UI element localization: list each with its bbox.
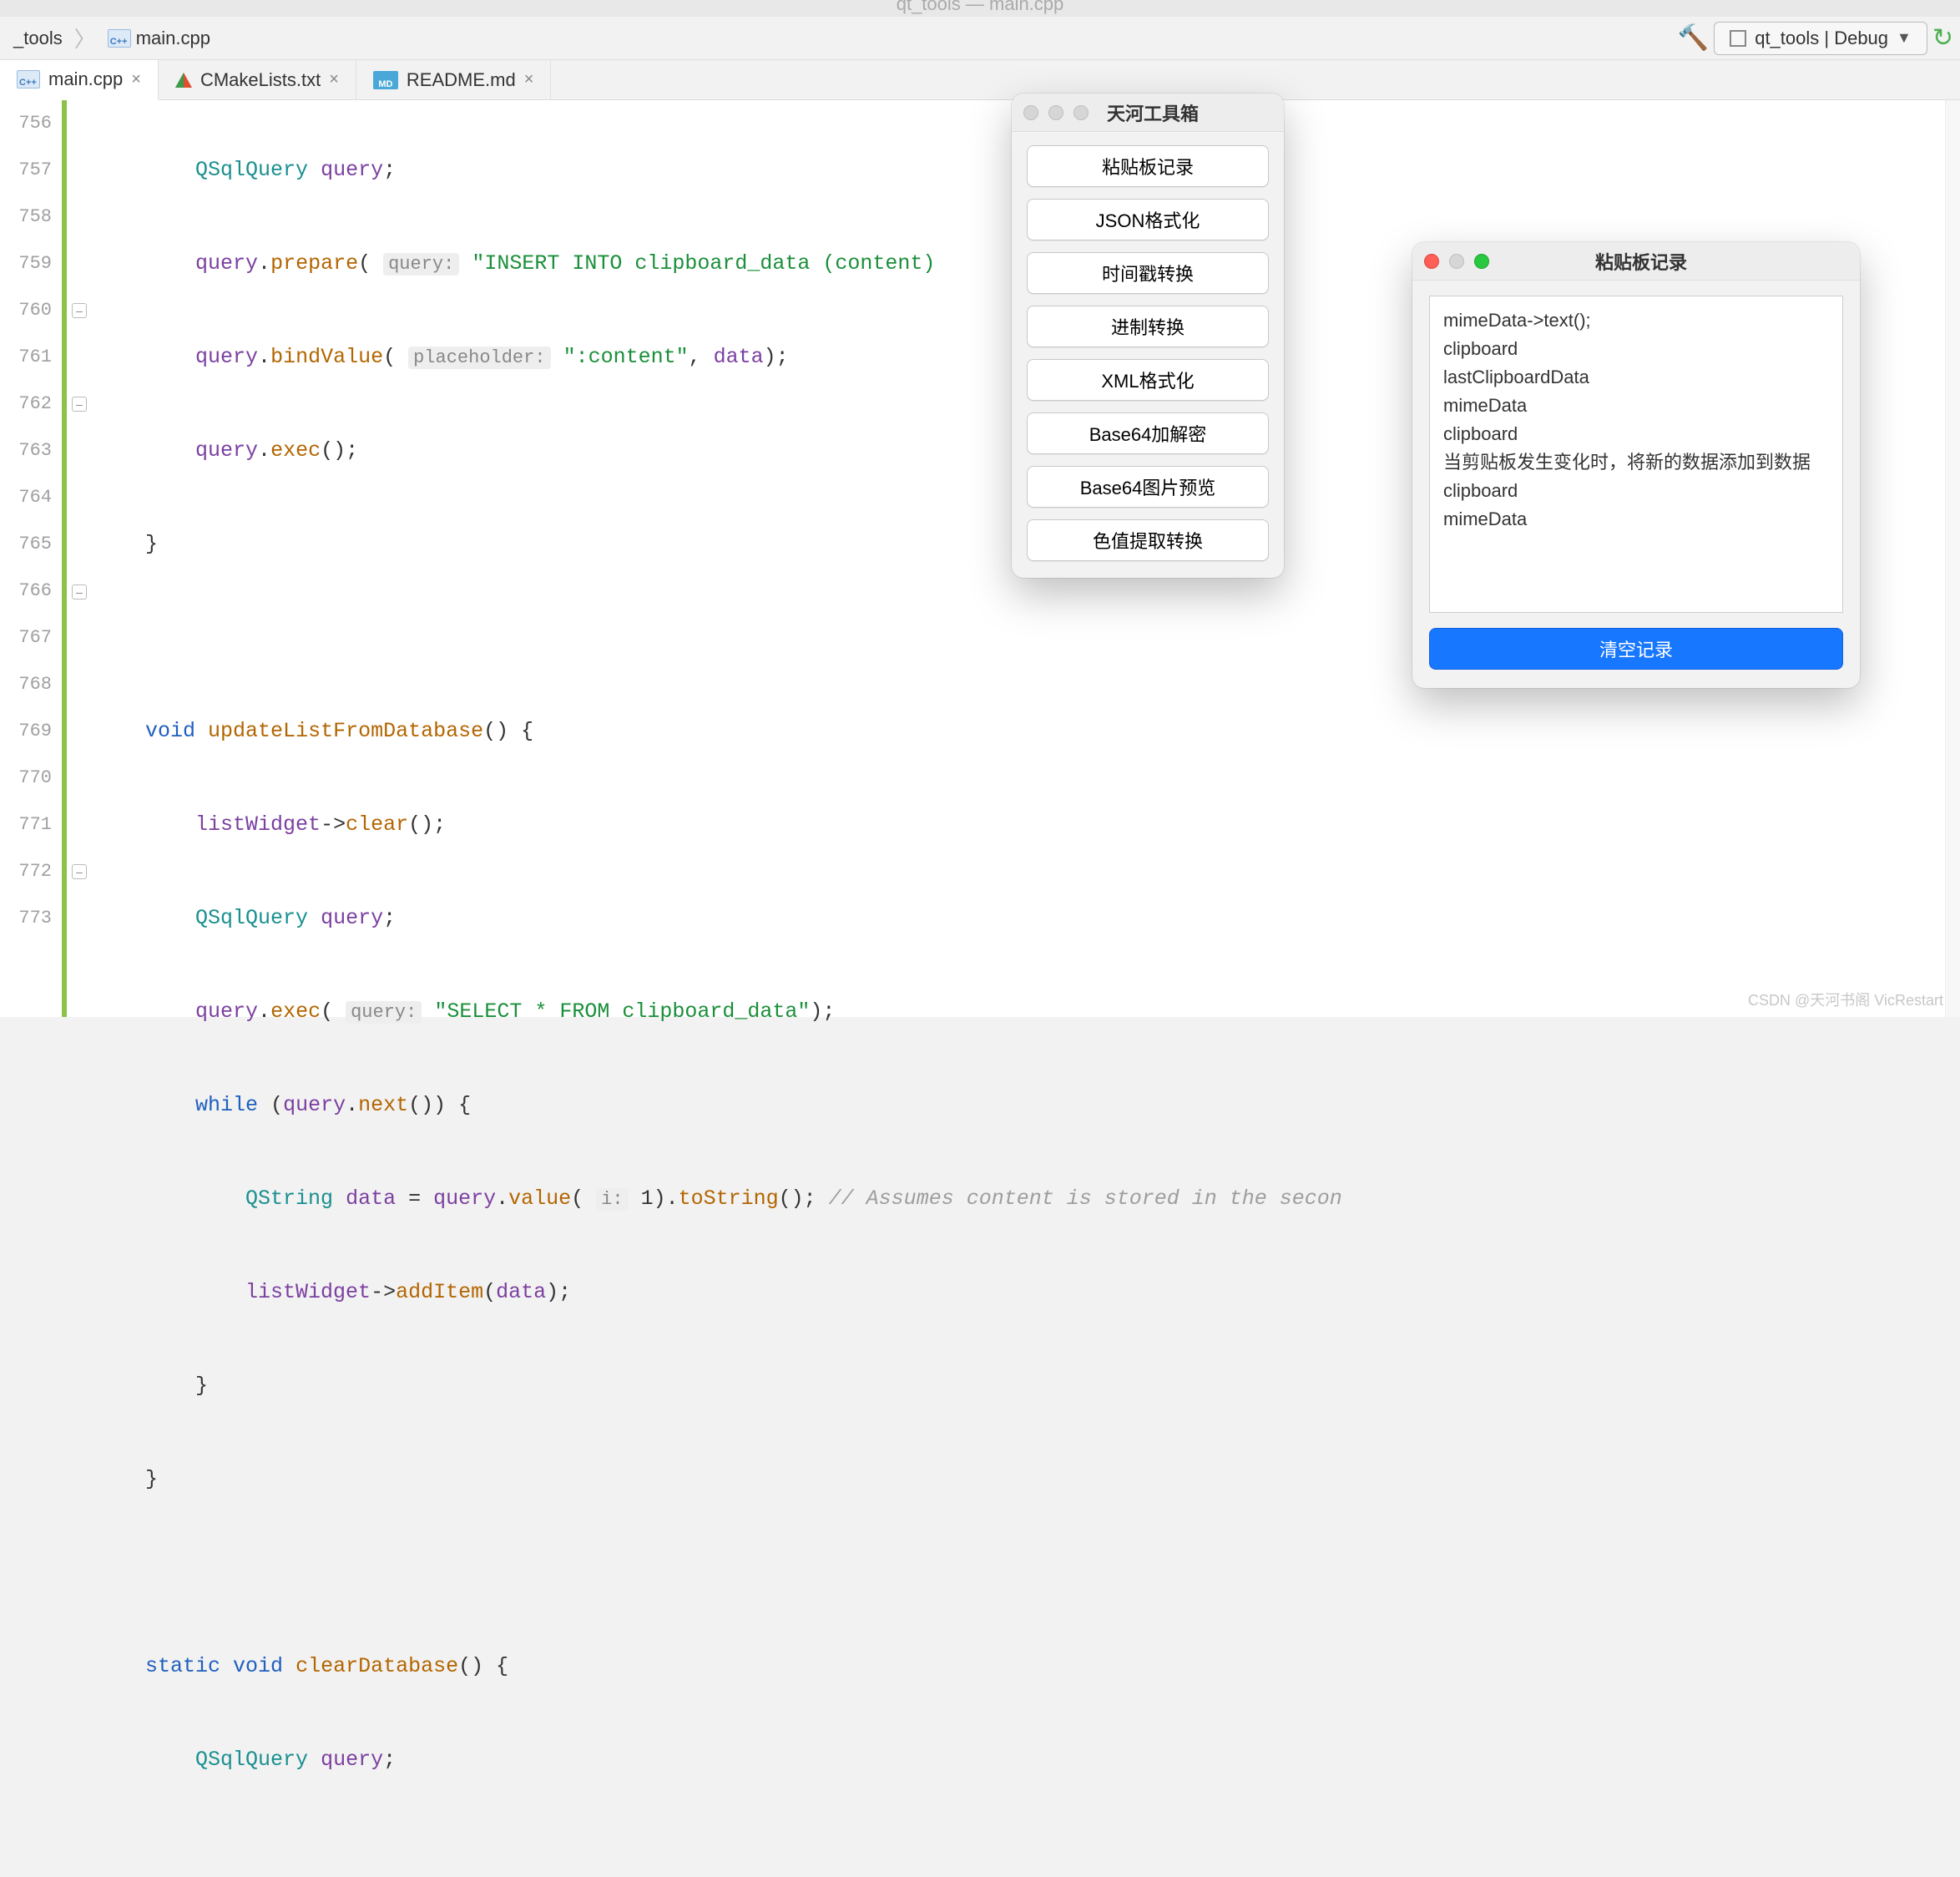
line-number: 773 <box>0 895 52 942</box>
line-number: 764 <box>0 474 52 521</box>
clear-button[interactable]: 清空记录 <box>1429 628 1843 670</box>
line-number: 772 <box>0 848 52 895</box>
clipboard-window[interactable]: 粘贴板记录 mimeData->text();clipboardlastClip… <box>1412 242 1860 688</box>
line-number: 756 <box>0 100 52 147</box>
watermark: CSDN @天河书阁 VicRestart <box>1748 989 1943 1010</box>
chevron-down-icon: ▼ <box>1897 29 1912 47</box>
window-title: qt_tools — main.cpp <box>0 0 1960 17</box>
breadcrumb-project[interactable]: _tools <box>7 24 69 53</box>
app-icon <box>1730 30 1746 47</box>
clipboard-item[interactable]: 当剪贴板发生变化时，将新的数据添加到数据 <box>1443 448 1829 477</box>
tabs-row: C++ main.cpp × CMakeLists.txt × MD READM… <box>0 60 1960 100</box>
tab-cmakelists[interactable]: CMakeLists.txt × <box>159 60 356 99</box>
close-icon[interactable]: × <box>524 70 534 89</box>
scrollbar[interactable] <box>1945 100 1960 1017</box>
clipboard-item[interactable]: clipboard <box>1443 477 1829 505</box>
clipboard-item[interactable]: mimeData->text(); <box>1443 306 1829 335</box>
breadcrumb-bar: _tools 〉 C++ main.cpp 🔨 qt_tools | Debug… <box>0 17 1960 60</box>
toolbox-button[interactable]: Base64加解密 <box>1027 412 1269 454</box>
build-icon[interactable]: 🔨 <box>1678 23 1709 53</box>
fold-marker[interactable]: – <box>72 303 87 318</box>
traffic-zoom[interactable] <box>1474 254 1489 269</box>
traffic-minimize[interactable] <box>1048 105 1063 120</box>
tab-main-cpp[interactable]: C++ main.cpp × <box>0 60 159 100</box>
toolbox-window[interactable]: 天河工具箱 粘贴板记录 JSON格式化时间戳转换进制转换 XML格式化 Base64加… <box>1012 94 1284 578</box>
clipboard-list[interactable]: mimeData->text();clipboardlastClipboardD… <box>1429 296 1843 613</box>
toolbox-button[interactable]: XML格式化 <box>1027 359 1269 401</box>
traffic-close[interactable] <box>1023 105 1038 120</box>
line-number: 765 <box>0 521 52 568</box>
window-titlebar[interactable]: 天河工具箱 <box>1012 94 1284 132</box>
line-number: 763 <box>0 428 52 474</box>
line-number: 769 <box>0 708 52 755</box>
clipboard-item[interactable]: mimeData <box>1443 505 1829 534</box>
breadcrumb-separator: 〉 <box>74 23 96 53</box>
markdown-icon: MD <box>373 71 398 89</box>
close-icon[interactable]: × <box>131 70 141 89</box>
fold-marker[interactable]: – <box>72 864 87 879</box>
line-number: 767 <box>0 615 52 661</box>
toolbox-button[interactable]: Base64图片预览 <box>1027 466 1269 508</box>
line-number: 760 <box>0 287 52 334</box>
line-number: 766 <box>0 568 52 615</box>
clipboard-item[interactable]: mimeData <box>1443 392 1829 420</box>
breadcrumb-file[interactable]: C++ main.cpp <box>101 24 217 53</box>
traffic-minimize[interactable] <box>1449 254 1464 269</box>
line-number: 762 <box>0 381 52 428</box>
window-titlebar[interactable]: 粘贴板记录 <box>1412 242 1860 281</box>
toolbox-button[interactable]: 进制转换 <box>1027 306 1269 347</box>
clipboard-item[interactable]: clipboard <box>1443 420 1829 448</box>
line-number: 761 <box>0 334 52 381</box>
fold-strip: – – – – <box>62 100 88 1017</box>
fold-marker[interactable]: – <box>72 397 87 412</box>
cmake-icon <box>175 73 192 88</box>
cpp-icon: C++ <box>17 70 40 89</box>
line-number: 768 <box>0 661 52 708</box>
cpp-icon: C++ <box>108 29 131 48</box>
tab-readme[interactable]: MD README.md × <box>356 60 551 99</box>
traffic-zoom[interactable] <box>1073 105 1089 120</box>
toolbox-button[interactable]: JSON格式化 <box>1027 199 1269 240</box>
traffic-close[interactable] <box>1424 254 1439 269</box>
toolbox-button[interactable]: 粘贴板记录 <box>1027 145 1269 187</box>
line-number: 771 <box>0 802 52 848</box>
toolbox-button[interactable]: 色值提取转换 <box>1027 519 1269 561</box>
window-title-text: 粘贴板记录 <box>1489 248 1793 275</box>
reload-icon[interactable]: ↻ <box>1932 23 1953 53</box>
toolbox-button[interactable]: 时间戳转换 <box>1027 252 1269 294</box>
line-gutter: 7567577587597607617627637647657667677687… <box>0 100 62 1017</box>
run-config-selector[interactable]: qt_tools | Debug ▼ <box>1714 22 1927 55</box>
clipboard-item[interactable]: clipboard <box>1443 335 1829 363</box>
line-number: 758 <box>0 194 52 240</box>
line-number: 770 <box>0 755 52 802</box>
fold-marker[interactable]: – <box>72 584 87 600</box>
window-title-text: 天河工具箱 <box>1089 99 1217 126</box>
line-number: 757 <box>0 147 52 194</box>
clipboard-item[interactable]: lastClipboardData <box>1443 363 1829 392</box>
close-icon[interactable]: × <box>329 70 339 89</box>
line-number: 759 <box>0 240 52 287</box>
